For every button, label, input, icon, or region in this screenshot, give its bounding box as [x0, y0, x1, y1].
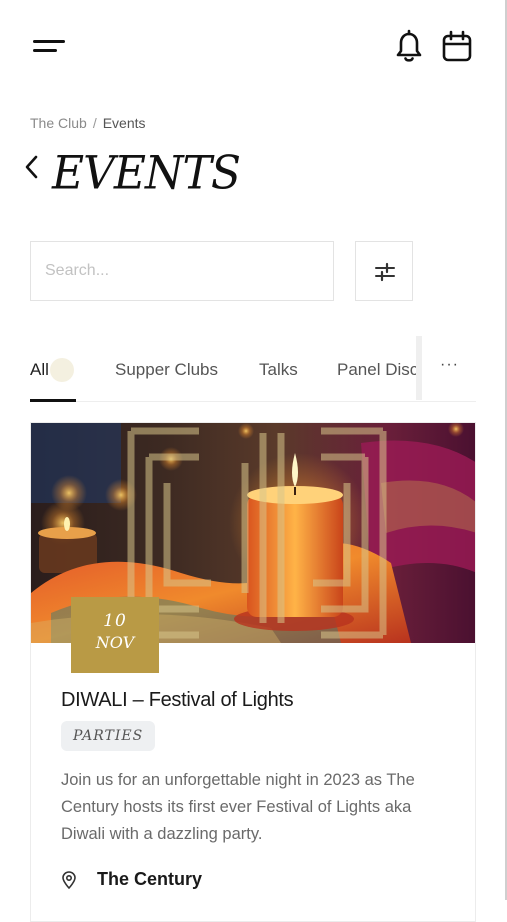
filter-button[interactable]: [355, 241, 413, 301]
tab-all[interactable]: All: [30, 360, 49, 380]
more-tabs-button[interactable]: ···: [440, 356, 459, 374]
tab-supper-clubs[interactable]: Supper Clubs: [115, 360, 218, 380]
event-description: Join us for an unforgettable night in 20…: [61, 771, 415, 843]
event-day: 10: [103, 611, 127, 631]
event-location: The Century: [97, 869, 203, 889]
active-tab-indicator: [30, 399, 76, 402]
tabs-scroll-fade: [416, 336, 422, 400]
map-pin-icon: [62, 871, 76, 889]
calendar-icon[interactable]: [440, 29, 474, 65]
category-tabs: All Supper Clubs Talks Panel Disc: [30, 340, 476, 402]
bell-icon[interactable]: [392, 29, 426, 65]
event-card[interactable]: 10 NOV DIWALI – Festival of Lights PARTI…: [30, 422, 476, 922]
breadcrumb-separator: /: [92, 115, 97, 131]
chevron-left-icon[interactable]: [22, 152, 42, 184]
event-month: NOV: [95, 633, 135, 652]
hamburger-icon[interactable]: [33, 38, 67, 56]
tabs-divider: [30, 401, 476, 402]
event-category-tag: PARTIES: [61, 721, 156, 751]
tab-talks[interactable]: Talks: [259, 360, 298, 380]
sliders-icon: [375, 262, 395, 282]
breadcrumb: The Club / Events: [30, 115, 146, 131]
search-input[interactable]: [30, 241, 334, 301]
tab-panel-discussions[interactable]: Panel Disc: [337, 360, 418, 380]
breadcrumb-current: Events: [102, 115, 146, 131]
event-date-badge: 10 NOV: [71, 597, 159, 673]
breadcrumb-parent[interactable]: The Club: [30, 115, 87, 131]
page-title: EVENTS: [52, 146, 241, 201]
event-title[interactable]: DIWALI – Festival of Lights: [61, 689, 294, 712]
